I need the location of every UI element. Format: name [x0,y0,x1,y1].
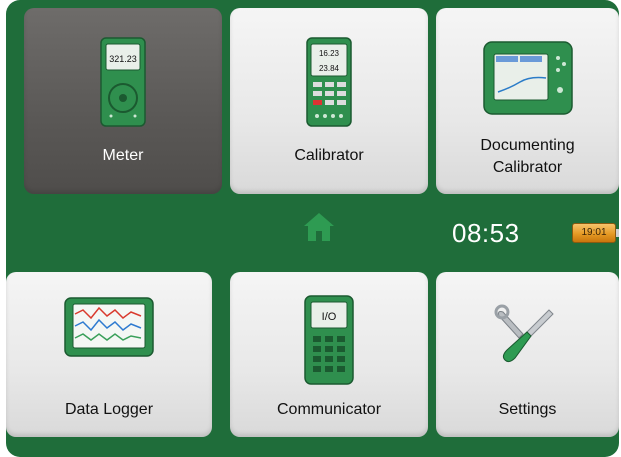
documenting-calibrator-device-icon [482,41,573,115]
wrench-screwdriver-icon [494,304,554,363]
battery-label: 19:01 [581,227,607,238]
communicator-display-value: I/O [322,311,337,323]
calibrator-label: Calibrator [294,147,364,164]
status-bar: 08:53 19:01 [6,200,619,270]
meter-label: Meter [102,147,144,164]
battery-indicator: 19:01 [572,223,619,243]
home-icon[interactable] [302,210,336,244]
calibrator-display-value-2: 23.84 [319,64,340,73]
settings-label: Settings [498,401,557,418]
communicator-tile[interactable]: I/O Communicator [230,272,428,437]
clock-time: 08:53 [452,218,520,248]
meter-device-icon: 321.23 [100,37,146,127]
calibrator-device-icon: 16.23 23.84 [306,37,352,127]
documenting-calibrator-label-line1: Documenting [480,137,575,154]
home-screen: 321.23 Meter 16.23 23.84 Calibrator Docu… [6,0,619,457]
calibrator-tile[interactable]: 16.23 23.84 Calibrator [230,8,428,194]
communicator-label: Communicator [276,401,382,418]
data-logger-tile[interactable]: Data Logger [6,272,212,437]
settings-tile[interactable]: Settings [436,272,619,437]
meter-display-value: 321.23 [109,54,137,64]
documenting-calibrator-tile[interactable]: Documenting Calibrator [436,8,619,194]
meter-tile[interactable]: 321.23 Meter [24,8,222,194]
calibrator-display-value-1: 16.23 [319,49,340,58]
documenting-calibrator-label-line2: Calibrator [492,159,563,176]
communicator-device-icon: I/O [304,295,354,385]
data-logger-device-icon [64,297,154,357]
data-logger-label: Data Logger [64,401,154,418]
